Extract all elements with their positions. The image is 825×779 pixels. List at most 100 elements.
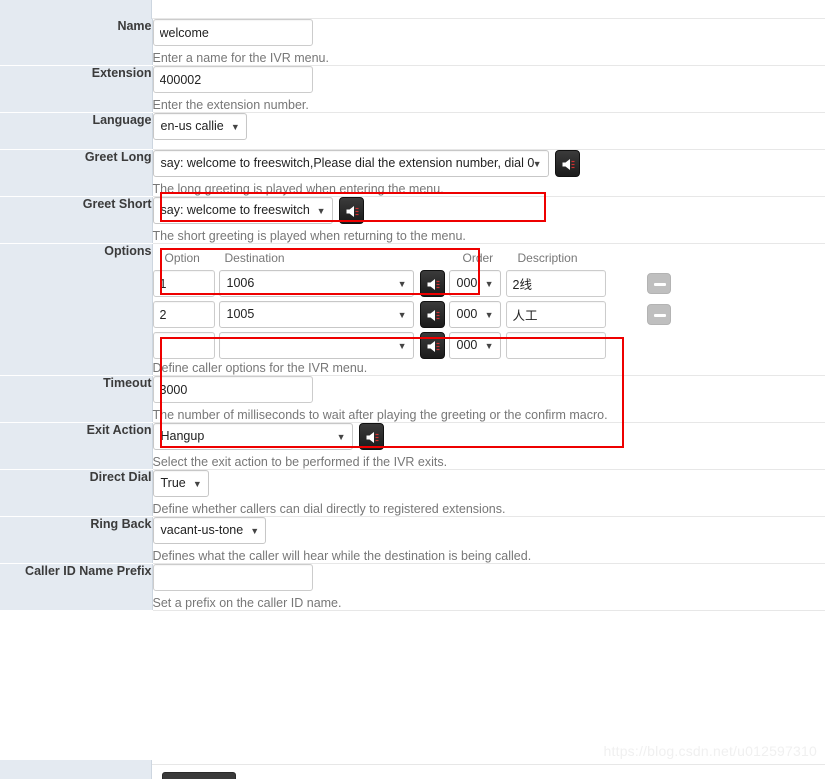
form-row-options: Options Option Destination Order Descrip… [0,243,825,376]
help-greet-long: The long greeting is played when enterin… [152,182,444,196]
help-timeout: The number of milliseconds to wait after… [152,408,608,422]
help-exit-action: Select the exit action to be performed i… [152,455,448,469]
field-timeout: The number of milliseconds to wait after… [152,375,825,423]
language-select[interactable]: en-us callie ▼ [152,113,247,140]
greet-short-select-value: say: welcome to freeswitch [160,203,310,217]
column-header-destination: Destination [224,251,285,265]
chevron-down-icon: ▼ [397,310,407,320]
remove-option-button[interactable] [646,304,671,325]
speaker-play-icon [366,432,378,443]
order-cell: 000 ▼ [448,301,501,328]
greet-short-select[interactable]: say: welcome to freeswitch ▼ [152,197,333,224]
exit-action-select[interactable]: Hangup ▼ [152,423,353,450]
destination-cell: 1005 ▼ [218,301,414,328]
help-name: Enter a name for the IVR menu. [152,51,329,65]
help-options: Define caller options for the IVR menu. [152,361,368,375]
description-cell [505,332,606,359]
speaker-play-icon [427,279,439,290]
extension-input[interactable] [152,66,313,93]
chevron-down-icon: ▼ [336,432,346,442]
field-name: Enter a name for the IVR menu. [152,19,825,66]
ivr-settings-form: Name Enter a name for the IVR menu. Exte… [0,19,825,611]
options-table: Option Destination Order Description 110… [152,251,825,361]
field-ring-back: vacant-us-tone ▼ Defines what the caller… [152,516,825,564]
greet-long-select[interactable]: say: welcome to freeswitch,Please dial t… [152,150,549,177]
timeout-input[interactable] [152,376,313,403]
field-language: en-us callie ▼ [152,112,825,150]
option-play-button[interactable] [419,301,445,328]
destination-select-value: 1006 [226,276,255,290]
chevron-down-icon: ▼ [316,206,326,216]
chevron-down-icon: ▼ [192,479,202,489]
label-direct-dial: Direct Dial [0,469,153,517]
options-table-header: Option Destination Order Description [153,251,825,267]
order-cell: 000 ▼ [448,270,501,297]
label-greet-long: Greet Long [0,149,153,197]
speaker-play-icon [427,341,439,352]
chevron-down-icon: ▼ [532,159,542,169]
destination-cell: ▼ [218,332,414,359]
label-options: Options [0,243,153,376]
label-name: Name [0,19,153,66]
order-select[interactable]: 000 ▼ [448,332,501,359]
option-play-button[interactable] [419,270,445,297]
form-row-language: Language en-us callie ▼ [0,112,825,150]
order-cell: 000 ▼ [448,332,501,359]
option-row: 1005 ▼ [152,301,825,330]
save-button[interactable] [162,772,236,779]
direct-dial-select[interactable]: True ▼ [152,470,209,497]
option-cell [152,270,215,297]
description-cell [505,301,606,328]
option-row: 1006 ▼ [152,270,825,299]
greet-short-play-button[interactable] [338,197,364,224]
help-ring-back: Defines what the caller will hear while … [152,549,532,563]
help-caller-id-name-prefix: Set a prefix on the caller ID name. [152,596,342,610]
minus-icon [653,283,666,286]
caller-id-name-prefix-input[interactable] [152,564,313,591]
remove-option-button[interactable] [646,273,671,294]
chevron-down-icon: ▼ [484,341,494,351]
form-row-ring-back: Ring Back vacant-us-tone ▼ Defines what … [0,516,825,564]
option-number-input[interactable] [152,301,215,328]
language-select-value: en-us callie [160,119,224,133]
order-select[interactable]: 000 ▼ [448,301,501,328]
greet-long-play-button[interactable] [554,150,580,177]
ring-back-select-value: vacant-us-tone [160,523,244,537]
order-select-value: 000 [456,338,478,352]
form-row-greet-short: Greet Short say: welcome to freeswitch ▼ [0,196,825,244]
description-input[interactable] [505,270,606,297]
name-input[interactable] [152,19,313,46]
previous-row-label-cell [0,0,152,19]
label-greet-short: Greet Short [0,196,153,244]
option-number-input[interactable] [152,332,215,359]
description-cell [505,270,606,297]
watermark: https://blog.csdn.net/u012597310 [603,743,817,759]
destination-select[interactable]: ▼ [218,332,414,359]
direct-dial-select-value: True [160,476,186,490]
label-exit-action: Exit Action [0,422,153,470]
option-play-button[interactable] [419,332,445,359]
ring-back-select[interactable]: vacant-us-tone ▼ [152,517,267,544]
description-input[interactable] [505,332,606,359]
help-greet-short: The short greeting is played when return… [152,229,466,243]
label-timeout: Timeout [0,375,153,423]
destination-select[interactable]: 1005 ▼ [218,301,414,328]
speaker-play-icon [427,310,439,321]
option-number-input[interactable] [152,270,215,297]
field-greet-short: say: welcome to freeswitch ▼ The short g… [152,196,825,244]
exit-action-play-button[interactable] [358,423,384,450]
form-row-caller-id-name-prefix: Caller ID Name Prefix Set a prefix on th… [0,563,825,611]
destination-select[interactable]: 1006 ▼ [218,270,414,297]
description-input[interactable] [505,301,606,328]
minus-icon [653,314,666,317]
help-extension: Enter the extension number. [152,98,309,112]
greet-long-select-value: say: welcome to freeswitch,Please dial t… [160,156,535,170]
field-direct-dial: True ▼ Define whether callers can dial d… [152,469,825,517]
order-select-value: 000 [456,276,478,290]
chevron-down-icon: ▼ [484,279,494,289]
field-exit-action: Hangup ▼ Select the exit action to be pe… [152,422,825,470]
form-row-exit-action: Exit Action Hangup ▼ Select the exit act… [0,422,825,470]
order-select[interactable]: 000 ▼ [448,270,501,297]
option-cell [152,301,215,328]
submit-row-divider [152,764,825,765]
